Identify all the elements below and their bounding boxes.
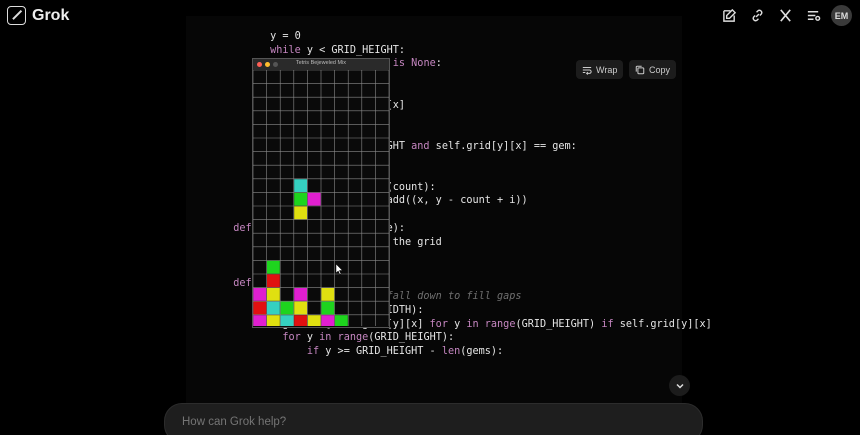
x-icon[interactable] [775,6,795,26]
gem-block [335,315,348,326]
gem-block [267,274,280,288]
gem-block [280,315,294,326]
gem-block [267,301,280,315]
gem-block [267,315,280,326]
chevron-down-icon [675,383,684,389]
link-icon[interactable] [747,6,767,26]
code-line: while y < GRID_HEIGHT: [270,44,406,56]
code-line: if y >= GRID_HEIGHT - len(gems): [306,346,504,358]
gem-block [253,301,267,315]
app-name: Grok [32,6,70,24]
gem-block [267,260,280,274]
gem-block [321,315,335,326]
avatar[interactable]: EM [831,5,852,26]
copy-button[interactable]: Copy [629,60,677,79]
top-actions: EM [719,5,852,26]
copy-label: Copy [649,64,671,75]
gem-block [253,288,267,301]
code-line: for y in range(GRID_HEIGHT): [282,332,455,344]
scroll-down-button[interactable] [669,375,690,396]
window-title: Tetris Bejeweled Mix [295,60,347,66]
gem-block [294,192,307,206]
chat-input[interactable] [182,416,336,428]
gem-block [267,288,280,301]
gem-block [253,315,267,326]
history-icon[interactable] [803,6,823,26]
gem-block [294,301,307,315]
edit-icon[interactable] [719,6,739,26]
mouse-cursor-icon [335,263,343,275]
gem-block [307,315,321,326]
wrap-button[interactable]: Wrap [576,60,624,79]
chat-box [164,403,703,435]
grok-logo[interactable]: Grok [7,6,69,25]
gem-block [294,179,307,192]
gem-block [321,301,335,315]
copy-icon [635,65,645,74]
gem-block [321,288,335,301]
gem-block [294,288,307,301]
wrap-icon [582,66,592,75]
grok-logo-icon [7,6,26,25]
game-board[interactable] [253,70,389,326]
code-line: y = 0 [221,31,301,42]
gem-block [294,315,307,326]
gem-block [294,206,307,220]
tetris-window[interactable]: Tetris Bejeweled Mix [252,58,390,328]
window-titlebar: Tetris Bejeweled Mix [253,59,389,70]
wrap-label: Wrap [596,64,618,75]
gem-block [307,192,321,206]
gem-block [280,301,294,315]
